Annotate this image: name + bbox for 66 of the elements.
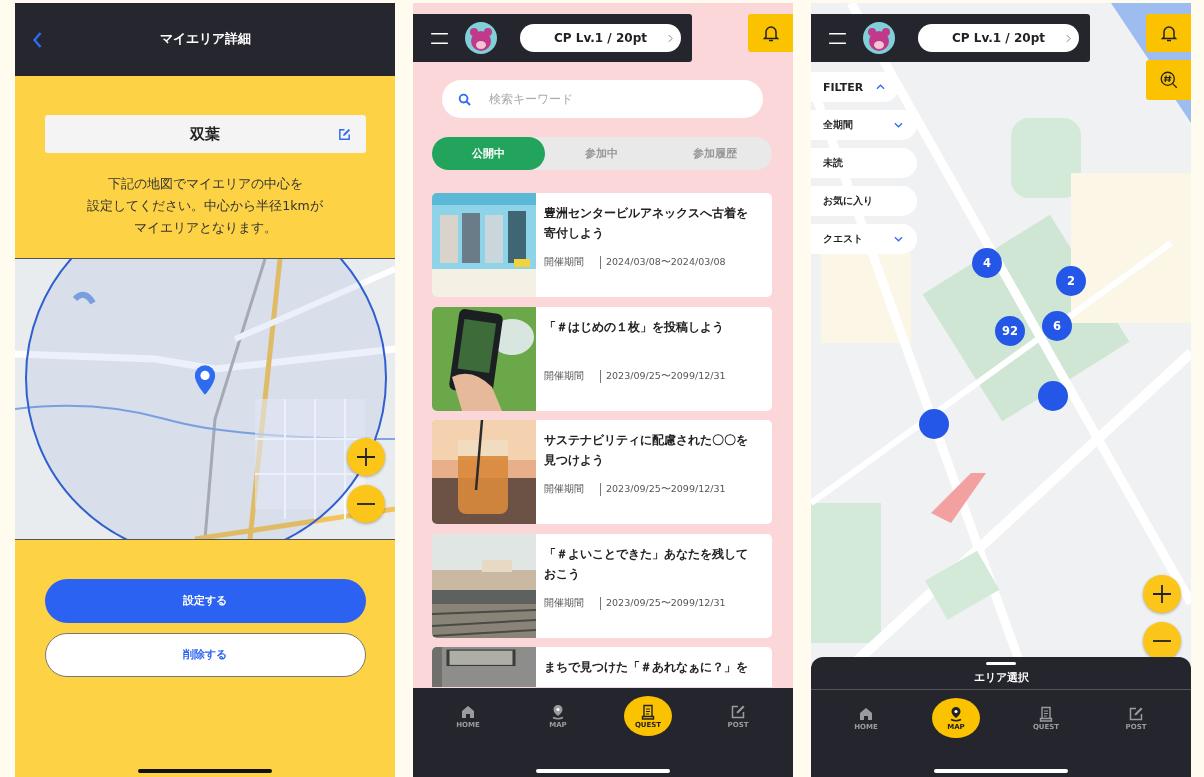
period-label: 開催期間 (544, 596, 585, 610)
quest-title: 「＃はじめの１枚」を投稿しよう (544, 318, 725, 336)
chevron-down-icon (894, 122, 903, 128)
plus-icon (356, 447, 376, 467)
location-pin-icon (550, 703, 566, 720)
period-dates: 2023/09/25〜2099/12/31 (600, 483, 726, 496)
bell-icon (761, 24, 780, 42)
minus-icon (356, 503, 376, 505)
filter-dropdown[interactable]: 全期間 (811, 110, 917, 140)
quest-card[interactable]: サステナビリティに配慮された〇〇を見つけよう 開催期間 2023/09/25〜2099/12/31 (432, 420, 772, 524)
search-icon (458, 92, 471, 106)
quest-card[interactable]: 「＃よいことできた」あなたを残しておこう 開催期間 2023/09/25〜2099/12/31 (432, 533, 772, 638)
filter-toggle[interactable]: FILTER (811, 72, 899, 102)
hashtag-search-button[interactable] (1146, 60, 1191, 100)
points-button[interactable]: CP Lv.1 / 20pt (520, 24, 681, 52)
edit-icon (1128, 705, 1144, 722)
notification-button[interactable] (1146, 14, 1191, 52)
quest-card[interactable]: 「＃はじめの１枚」を投稿しよう 開催期間 2023/09/25〜2099/12/31 (432, 306, 772, 411)
filter-chip[interactable]: 未読 (811, 148, 917, 178)
area-name-field[interactable]: 双葉 (44, 115, 366, 153)
minus-icon (1152, 640, 1172, 642)
edit-icon (337, 127, 351, 141)
hashtag-search-icon (1159, 71, 1178, 89)
sheet-title: エリア選択 (972, 671, 1030, 685)
avatar-icon[interactable] (465, 22, 497, 54)
location-pin-icon[interactable] (194, 365, 216, 395)
period-dates: 2024/03/08〜2024/03/08 (600, 256, 726, 269)
home-icon (460, 703, 476, 720)
chevron-right-icon (1066, 33, 1071, 43)
search-field[interactable]: 検索キーワード (487, 91, 731, 107)
edit-icon (730, 703, 746, 720)
instruction-text: 設定してください。中心から半径1kmが (87, 197, 323, 215)
plus-icon (1152, 584, 1172, 604)
points-button[interactable]: CP Lv.1 / 20pt (918, 24, 1079, 52)
period-label: 開催期間 (544, 483, 585, 496)
instruction-text: マイエリアとなります。 (133, 219, 277, 237)
chevron-down-icon (894, 236, 903, 242)
quest-card[interactable]: まちで見つけた「＃あれなぁに？」を (432, 647, 772, 687)
quest-title: サステナビリティに配慮された〇〇を見つけよう (544, 432, 749, 469)
search-bar[interactable]: 検索キーワード (442, 80, 763, 118)
period-dates: 2023/09/25〜2099/12/31 (600, 369, 726, 383)
confirm-button[interactable]: 設定する (44, 579, 366, 623)
filter-dropdown[interactable]: クエスト (811, 224, 917, 254)
chevron-right-icon (668, 33, 673, 43)
instruction-text: 下記の地図でマイエリアの中心を (107, 175, 303, 193)
menu-icon[interactable] (829, 31, 846, 45)
sheet-handle[interactable] (986, 662, 1016, 665)
period-label: 開催期間 (544, 256, 585, 269)
period-label: 開催期間 (544, 369, 585, 383)
screen-title: マイエリア詳細 (159, 31, 251, 48)
home-icon (858, 705, 874, 722)
quest-title: 豊洲センタービルアネックスへ古着を寄付しよう (544, 205, 749, 242)
back-icon[interactable] (32, 30, 43, 49)
period-dates: 2023/09/25〜2099/12/31 (600, 596, 726, 610)
avatar-icon[interactable] (863, 22, 895, 54)
quest-title: まちで見つけた「＃あれなぁに？」を (544, 659, 748, 676)
notification-button[interactable] (748, 14, 793, 52)
delete-button[interactable]: 削除する (44, 633, 366, 677)
menu-icon[interactable] (431, 31, 448, 45)
quest-card[interactable]: 豊洲センタービルアネックスへ古着を寄付しよう 開催期間 2024/03/08〜2024/03/08 (432, 193, 772, 297)
document-icon (1038, 705, 1054, 722)
bell-icon (1159, 24, 1178, 42)
quest-title: 「＃よいことできた」あなたを残しておこう (544, 545, 749, 583)
location-pin-icon (948, 705, 964, 722)
document-icon (640, 703, 656, 720)
filter-chip[interactable]: お気に入り (811, 186, 917, 216)
